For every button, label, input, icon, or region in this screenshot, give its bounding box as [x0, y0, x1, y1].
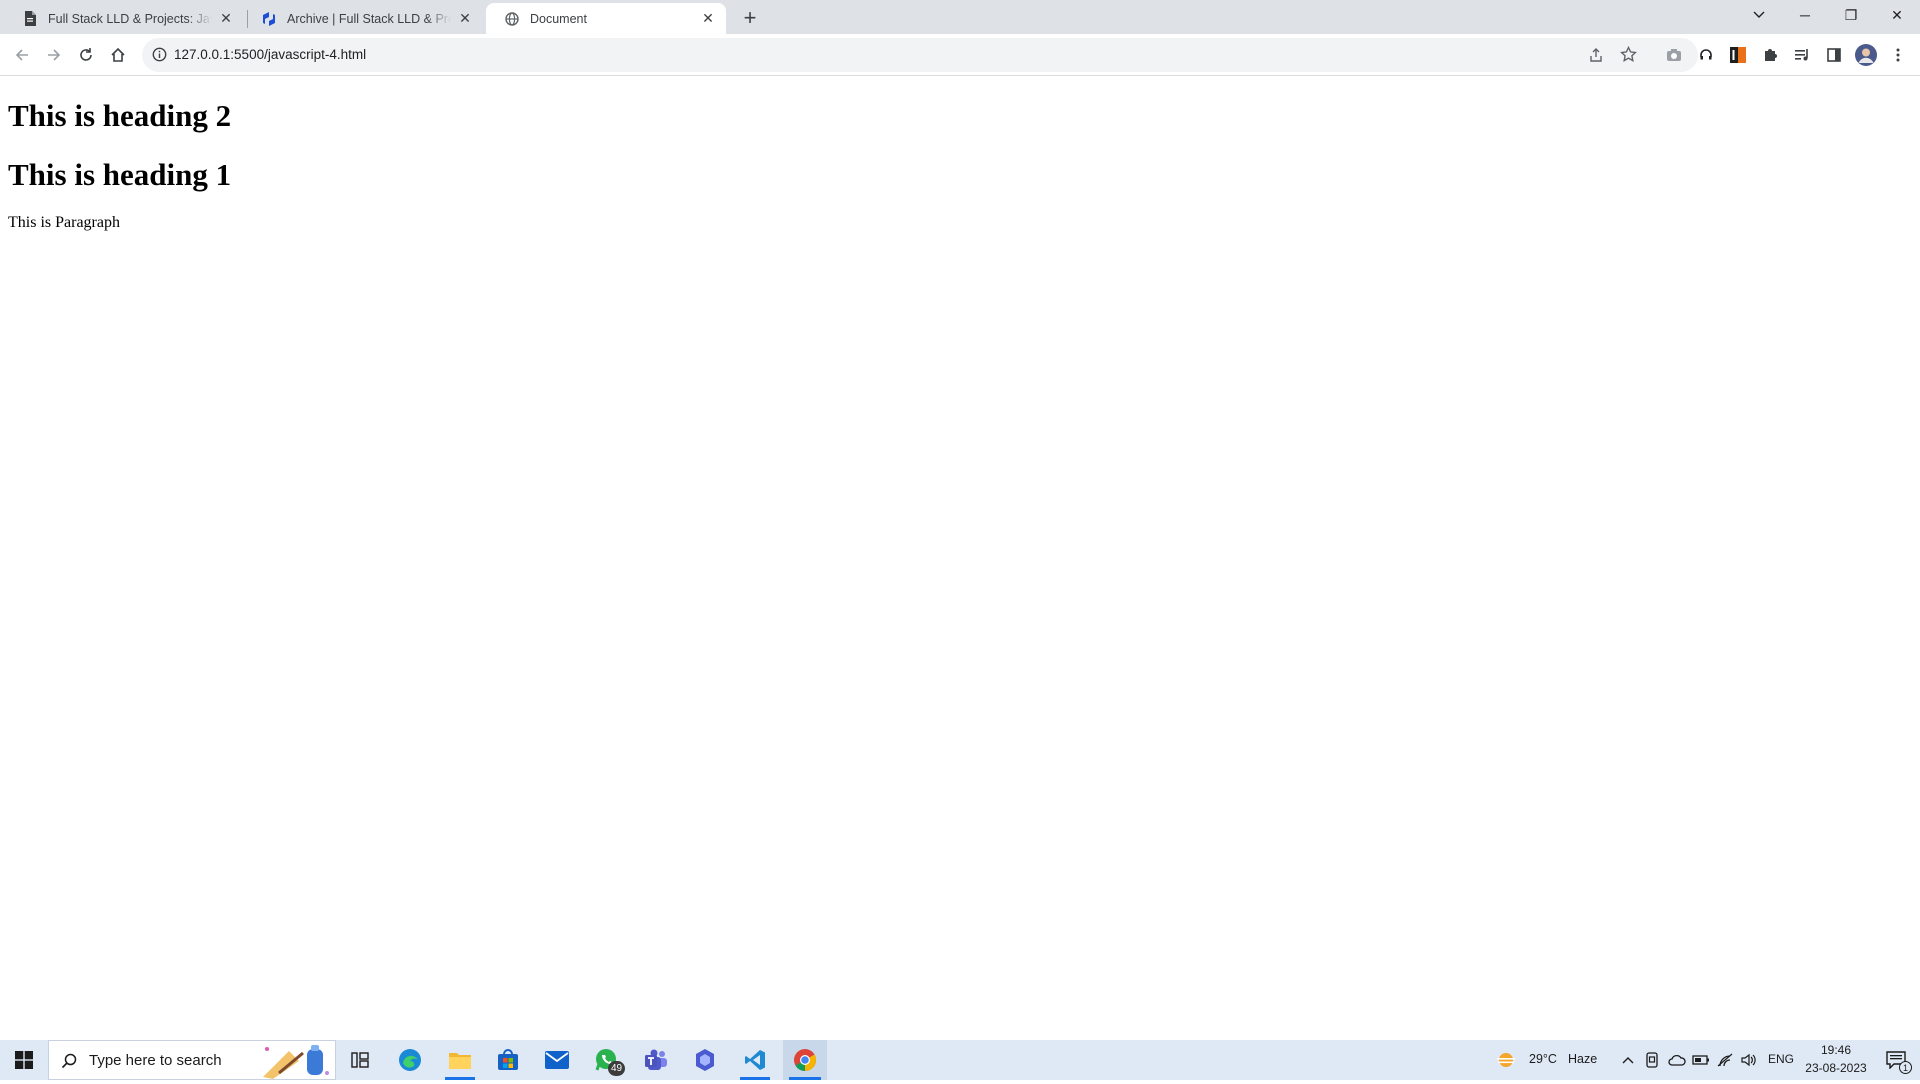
taskbar-edge[interactable] [390, 1040, 430, 1080]
hexagon-app-icon [696, 1049, 714, 1071]
close-tab-icon[interactable]: ✕ [218, 10, 234, 27]
headset-extension-button[interactable] [1692, 41, 1720, 69]
browser-menu-button[interactable] [1884, 41, 1912, 69]
tab-title: Full Stack LLD & Projects: JavaScript [48, 11, 212, 26]
search-icon [61, 1053, 77, 1074]
paragraph: This is Paragraph [8, 214, 120, 231]
tab-search-button[interactable] [1736, 0, 1782, 30]
language-indicator[interactable]: ENG [1768, 1052, 1794, 1066]
vscode-icon [745, 1050, 765, 1070]
mail-icon [545, 1051, 569, 1069]
globe-icon [504, 11, 520, 27]
taskbar-search-box[interactable]: Type here to search [48, 1040, 336, 1080]
reload-button[interactable] [72, 41, 100, 69]
close-tab-icon[interactable]: ✕ [700, 10, 716, 27]
store-icon [498, 1049, 518, 1070]
chrome-icon [794, 1049, 816, 1071]
more-vertical-icon [1896, 48, 1900, 62]
clock-date: 23-08-2023 [1805, 1061, 1867, 1075]
clock-time: 19:46 [1820, 1043, 1852, 1057]
weather-temperature[interactable]: 29°C [1529, 1052, 1557, 1066]
restore-button[interactable]: ❐ [1828, 0, 1874, 30]
minimize-button[interactable]: ─ [1782, 0, 1828, 30]
back-button[interactable] [8, 41, 36, 69]
taskbar-store[interactable] [488, 1040, 528, 1080]
document-icon [22, 11, 38, 27]
chevron-up-icon [1622, 1057, 1634, 1064]
heading-1: This is heading 1 [8, 157, 232, 192]
edge-icon [399, 1049, 421, 1071]
playlist-icon [1795, 49, 1808, 61]
new-tab-button[interactable]: + [738, 5, 762, 30]
taskbar-app-hex[interactable] [685, 1040, 725, 1080]
taskbar-vscode[interactable] [734, 1040, 776, 1080]
url-text[interactable]: 127.0.0.1:5500/javascript-4.html [174, 47, 366, 62]
page-viewport: This is heading 2 This is heading 1 This… [0, 77, 1920, 1040]
screenshot-extension-button[interactable] [1660, 41, 1688, 69]
taskbar-chrome[interactable] [783, 1040, 827, 1080]
tab-strip: Full Stack LLD & Projects: JavaScript ✕ … [0, 0, 1920, 34]
weather-icon[interactable] [1494, 1040, 1518, 1080]
side-panel-button[interactable] [1820, 41, 1848, 69]
windows-logo-icon [15, 1051, 33, 1069]
media-controls-button[interactable] [1788, 41, 1816, 69]
bookmark-star-icon[interactable] [1620, 45, 1637, 68]
wifi-icon[interactable] [1714, 1040, 1736, 1080]
battery-icon[interactable] [1690, 1040, 1712, 1080]
onedrive-icon[interactable] [1666, 1040, 1688, 1080]
browser-toolbar: 127.0.0.1:5500/javascript-4.html [0, 34, 1920, 76]
heading-2: This is heading 2 [8, 98, 232, 133]
task-view-icon [351, 1052, 369, 1068]
camera-icon [1667, 49, 1681, 61]
share-icon[interactable] [1588, 47, 1604, 68]
start-button[interactable] [0, 1040, 48, 1080]
tab-document[interactable]: Document ✕ [486, 3, 726, 34]
teams-icon [645, 1049, 667, 1070]
extension-button[interactable] [1724, 41, 1752, 69]
site-info-icon[interactable] [152, 47, 167, 67]
home-icon [111, 47, 125, 62]
close-tab-icon[interactable]: ✕ [457, 10, 473, 27]
scaler-icon [261, 11, 277, 27]
tab-archive-full-stack-lld[interactable]: Archive | Full Stack LLD & Projects ✕ [243, 3, 483, 34]
tab-full-stack-lld-javascript[interactable]: Full Stack LLD & Projects: JavaScript ✕ [4, 3, 244, 34]
whatsapp-badge: 49 [608, 1061, 625, 1076]
notification-center-button[interactable]: 1 [1876, 1040, 1916, 1080]
show-hidden-icons-button[interactable] [1618, 1040, 1638, 1080]
close-window-button[interactable]: ✕ [1874, 0, 1920, 30]
taskbar-file-explorer[interactable] [439, 1040, 481, 1080]
arrow-right-icon [48, 49, 61, 61]
weather-condition[interactable]: Haze [1568, 1052, 1597, 1066]
tab-title: Document [530, 11, 587, 26]
meet-now-icon[interactable] [1642, 1040, 1662, 1080]
taskbar-whatsapp[interactable]: 49 [586, 1040, 628, 1080]
profile-button[interactable] [1852, 41, 1880, 69]
clock[interactable]: 19:46 23-08-2023 [1800, 1040, 1872, 1080]
windows-taskbar: Type here to search 49 29°C Haze ENG 19:… [0, 1040, 1920, 1080]
task-view-button[interactable] [340, 1040, 380, 1080]
avatar [1855, 44, 1877, 66]
address-bar[interactable]: 127.0.0.1:5500/javascript-4.html [142, 38, 1698, 72]
extension-logo-icon [1730, 47, 1746, 63]
puzzle-icon [1765, 49, 1777, 61]
home-button[interactable] [104, 41, 132, 69]
taskbar-mail[interactable] [537, 1040, 577, 1080]
search-placeholder: Type here to search [89, 1051, 222, 1069]
headphones-icon [1700, 49, 1712, 60]
notification-badge: 1 [1899, 1061, 1912, 1074]
folder-icon [449, 1053, 471, 1069]
taskbar-teams[interactable] [636, 1040, 676, 1080]
search-highlight-illustration-icon [259, 1043, 335, 1084]
side-panel-icon [1827, 48, 1841, 62]
reload-icon [80, 48, 92, 61]
volume-icon[interactable] [1738, 1040, 1760, 1080]
arrow-left-icon [15, 49, 28, 61]
forward-button[interactable] [40, 41, 68, 69]
extensions-button[interactable] [1756, 41, 1784, 69]
tab-title: Archive | Full Stack LLD & Projects [287, 11, 451, 26]
chevron-down-icon [1753, 11, 1765, 18]
